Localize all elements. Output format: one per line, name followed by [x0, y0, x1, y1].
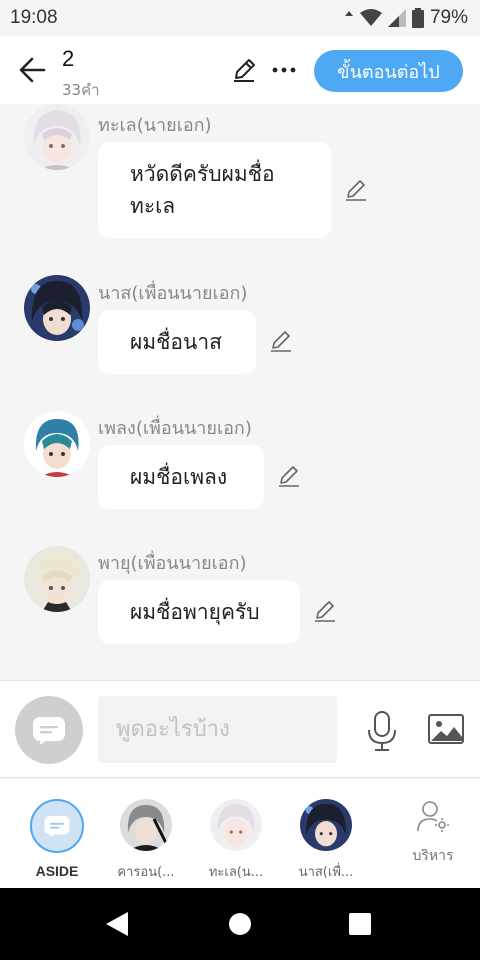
speaker-avatar[interactable] [24, 411, 90, 477]
pencil-icon [279, 466, 299, 487]
circle-home-icon [229, 913, 251, 935]
character-avatar [300, 799, 352, 851]
back-button[interactable] [14, 52, 50, 88]
arrow-left-icon [19, 57, 46, 83]
image-icon [428, 714, 464, 744]
pencil-icon [346, 180, 366, 201]
white-haired-character-avatar [24, 104, 90, 170]
manage-characters-button[interactable]: บริหาร [400, 799, 466, 867]
more-options-button[interactable] [268, 54, 300, 86]
aside-toggle-button[interactable] [15, 696, 83, 764]
battery-percent: 79% [429, 7, 468, 28]
character-item[interactable]: ทะเล(น... [196, 799, 276, 882]
system-nav-bar [0, 888, 480, 960]
manage-label: บริหาร [412, 848, 454, 864]
edit-message-button[interactable] [275, 462, 303, 490]
character-label: นาส(เพื่... [298, 865, 354, 880]
dark-haired-character-avatar [24, 275, 90, 341]
character-label: ทะเล(น... [208, 865, 264, 880]
status-time: 19:08 [10, 7, 58, 28]
character-label: ASIDE [35, 863, 79, 879]
insert-image-button[interactable] [426, 711, 466, 747]
status-bar: 19:08 79% [0, 0, 480, 36]
narration-bubble-icon [44, 815, 70, 838]
square-recents-icon [349, 913, 371, 935]
edit-message-button[interactable] [267, 327, 295, 355]
speaker-avatar[interactable] [24, 546, 90, 612]
character-avatar [210, 799, 262, 851]
nav-recents-button[interactable] [348, 912, 372, 940]
nav-back-button[interactable] [104, 910, 130, 942]
message-bubble[interactable]: หวัดดีครับผมชื่อ ทะเล [98, 142, 331, 238]
speaker-name: พายุ(เพื่อนนายเอก) [98, 553, 247, 574]
speaker-avatar[interactable] [24, 104, 90, 170]
grey-haired-character-avatar [120, 799, 172, 851]
app-header: 2 33คำ ขั้นตอนต่อไป [0, 36, 480, 104]
speaker-name: ทะเล(นายเอก) [98, 115, 212, 136]
character-label: คารอน(... [117, 865, 175, 880]
message-input[interactable] [98, 696, 337, 763]
character-item[interactable]: คารอน(... [106, 799, 186, 882]
edit-title-button[interactable] [228, 54, 260, 86]
character-item[interactable]: นาส(เพื่... [286, 799, 366, 882]
pencil-icon [271, 331, 291, 352]
signal-icon [387, 9, 406, 27]
status-icons: 79% [344, 7, 468, 29]
character-selector: ASIDE คารอน(... ทะเล(น... นาส(เพื่... บร… [0, 779, 480, 888]
user-settings-icon [417, 801, 449, 832]
battery-icon [411, 8, 424, 28]
message-bubble[interactable]: ผมชื่อเพลง [98, 445, 264, 509]
white-haired-character-avatar [210, 799, 262, 851]
nav-home-button[interactable] [228, 912, 252, 940]
edit-message-button[interactable] [311, 597, 339, 625]
message-line: ผมชื่อเพลง [130, 465, 228, 489]
more-dots-icon [272, 67, 296, 73]
message-composer [0, 680, 480, 778]
edit-message-button[interactable] [342, 176, 370, 204]
voice-input-button[interactable] [362, 707, 402, 755]
aside-avatar [30, 799, 84, 853]
data-arrows-icon [344, 11, 353, 16]
message-line: ทะเล [130, 194, 176, 218]
speaker-avatar[interactable] [24, 275, 90, 341]
wifi-icon [359, 9, 382, 26]
episode-title: 2 [62, 46, 75, 71]
blue-haired-character-avatar [24, 411, 90, 477]
message-line: ผมชื่อนาส [130, 330, 222, 354]
microphone-icon [368, 711, 396, 751]
dark-haired-character-avatar [300, 799, 352, 851]
message-line: หวัดดีครับผมชื่อ [130, 162, 275, 186]
next-step-button[interactable]: ขั้นตอนต่อไป [314, 50, 463, 92]
message-line: ผมชื่อพายุครับ [130, 600, 260, 624]
character-avatar [120, 799, 172, 851]
word-count: 33คำ [62, 81, 100, 99]
message-bubble[interactable]: ผมชื่อพายุครับ [98, 580, 300, 644]
message-bubble[interactable]: ผมชื่อนาส [98, 310, 256, 374]
pencil-icon [234, 59, 255, 82]
blonde-character-avatar [24, 546, 90, 612]
pencil-icon [315, 601, 335, 622]
speaker-name: เพลง(เพื่อนนายเอก) [98, 418, 252, 439]
character-aside[interactable]: ASIDE [17, 799, 97, 879]
chat-area[interactable]: ทะเล(นายเอก) หวัดดีครับผมชื่อ ทะเล นาส(เ… [0, 104, 480, 680]
triangle-back-icon [106, 912, 128, 936]
narration-bubble-icon [33, 717, 65, 745]
speaker-name: นาส(เพื่อนนายเอก) [98, 283, 248, 304]
